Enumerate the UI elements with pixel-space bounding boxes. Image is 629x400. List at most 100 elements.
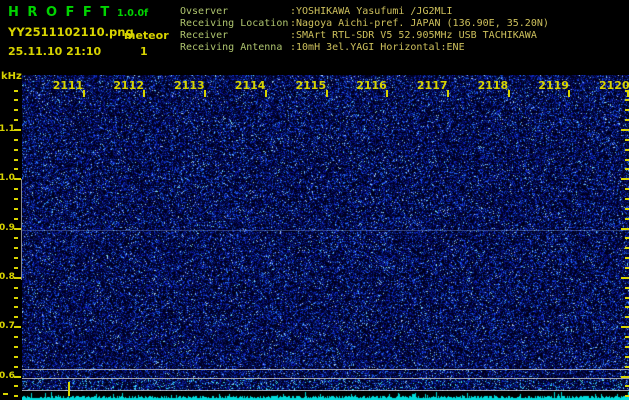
time-tick bbox=[568, 90, 571, 97]
freq-minor-tick-right bbox=[625, 286, 629, 289]
freq-minor-tick-right bbox=[625, 316, 629, 319]
freq-minor-tick-right bbox=[625, 375, 629, 378]
freq-major-tick bbox=[14, 227, 21, 230]
khz-unit-label: kHz bbox=[1, 71, 22, 82]
output-filename: YY2511102110.png bbox=[8, 25, 134, 39]
freq-minor-tick-right bbox=[625, 276, 629, 279]
freq-minor-tick-right bbox=[625, 138, 629, 141]
time-tick bbox=[143, 90, 146, 97]
freq-minor-tick bbox=[14, 257, 18, 260]
time-tick bbox=[446, 90, 449, 97]
freq-minor-tick bbox=[14, 138, 18, 141]
freq-minor-tick bbox=[14, 237, 18, 240]
level-marker-line-lower bbox=[22, 390, 629, 391]
info-row: Receiving Location:Nagoya Aichi-pref. JA… bbox=[180, 18, 549, 30]
freq-minor-tick bbox=[14, 345, 18, 348]
info-value: :SMArt RTL-SDR V5 52.905MHz USB TACHIKAW… bbox=[290, 30, 537, 41]
freq-minor-tick bbox=[14, 99, 18, 102]
freq-minor-tick bbox=[14, 247, 18, 250]
app-title: H R O F F T bbox=[8, 5, 112, 20]
freq-minor-tick-right bbox=[625, 306, 629, 309]
freq-minor-tick bbox=[14, 316, 18, 319]
freq-minor-tick-right bbox=[625, 148, 629, 151]
freq-minor-tick-right bbox=[625, 326, 629, 329]
app-version: 1.0.0f bbox=[117, 8, 149, 19]
info-row: Ovserver :YOSHIKAWA Yasufumi /JG2MLI bbox=[180, 6, 549, 18]
time-tick bbox=[204, 90, 207, 97]
freq-minor-tick bbox=[14, 395, 18, 398]
freq-minor-tick-right bbox=[625, 207, 629, 210]
time-label: 2119 bbox=[538, 79, 569, 92]
info-value: :Nagoya Aichi-pref. JAPAN (136.90E, 35.2… bbox=[290, 18, 549, 29]
freq-minor-tick bbox=[14, 306, 18, 309]
spectrogram-noise-canvas bbox=[22, 75, 629, 391]
freq-minor-tick-right bbox=[625, 217, 629, 220]
freq-major-tick bbox=[14, 178, 21, 181]
freq-minor-tick bbox=[14, 296, 18, 299]
freq-minor-tick-right bbox=[625, 89, 629, 92]
time-label: 2116 bbox=[356, 79, 387, 92]
freq-label: 0.8 bbox=[0, 271, 15, 282]
freq-major-tick bbox=[14, 129, 21, 131]
info-row: Receiver :SMArt RTL-SDR V5 52.905MHz USB … bbox=[180, 30, 549, 42]
info-row: Receiving Antenna:10mH 3el.YAGI Horizont… bbox=[180, 42, 549, 54]
info-label: Receiving Location bbox=[180, 18, 289, 29]
time-tick bbox=[264, 90, 267, 97]
level-marker-line-upper bbox=[22, 369, 629, 370]
time-label: 2117 bbox=[416, 79, 448, 92]
freq-minor-tick bbox=[14, 355, 18, 358]
time-tick bbox=[507, 90, 510, 97]
freq-minor-tick-right bbox=[625, 267, 629, 270]
faint-carrier-line bbox=[22, 230, 629, 231]
info-label: Ovserver bbox=[180, 6, 229, 17]
freq-minor-tick bbox=[14, 217, 18, 220]
channel-number: 1 bbox=[140, 45, 148, 58]
time-tick bbox=[82, 90, 85, 97]
freq-minor-tick bbox=[14, 89, 18, 92]
freq-minor-tick-right bbox=[625, 395, 629, 398]
freq-minor-tick-right bbox=[625, 336, 629, 339]
time-label: 2114 bbox=[234, 79, 266, 92]
freq-minor-tick-right bbox=[625, 237, 629, 240]
datetime-label: 25.11.10 21:10 bbox=[8, 45, 102, 58]
freq-major-tick bbox=[14, 375, 21, 378]
freq-minor-tick bbox=[14, 198, 18, 201]
freq-minor-tick-right bbox=[625, 296, 629, 299]
time-label: 2118 bbox=[477, 79, 509, 92]
freq-minor-tick bbox=[14, 365, 18, 368]
freq-minor-tick bbox=[14, 336, 18, 339]
time-label: 2112 bbox=[113, 79, 145, 92]
info-value: :YOSHIKAWA Yasufumi /JG2MLI bbox=[290, 6, 453, 17]
freq-minor-tick bbox=[14, 158, 18, 161]
freq-minor-tick bbox=[14, 119, 18, 122]
hrofft-screen: H R O F F T 1.0.0f YY2511102110.png mete… bbox=[0, 0, 629, 400]
freq-minor-tick-right bbox=[625, 355, 629, 358]
freq-minor-tick-right bbox=[625, 188, 629, 191]
freq-major-tick bbox=[14, 326, 21, 329]
freq-minor-tick bbox=[14, 168, 18, 171]
freq-label: 1.1 bbox=[0, 124, 15, 134]
observer-info-block: Ovserver:YOSHIKAWA Yasufumi /JG2MLI Recei… bbox=[180, 6, 549, 54]
freq-minor-tick-right bbox=[625, 227, 629, 230]
freq-minor-tick-right bbox=[625, 198, 629, 201]
freq-minor-tick-right bbox=[625, 385, 629, 388]
time-label: 2115 bbox=[295, 79, 327, 92]
freq-major-tick bbox=[14, 276, 21, 279]
event-mark bbox=[68, 382, 70, 396]
freq-minor-tick-right bbox=[625, 345, 629, 348]
freq-minor-tick-right bbox=[625, 129, 629, 131]
time-label: 2113 bbox=[174, 79, 205, 92]
freq-minor-tick bbox=[14, 286, 18, 289]
time-label: 2111 bbox=[52, 79, 84, 92]
freq-label: 0.9 bbox=[0, 222, 15, 233]
freq-minor-tick-right bbox=[625, 365, 629, 368]
info-label: Receiver bbox=[180, 30, 229, 41]
time-tick bbox=[325, 90, 328, 97]
freq-minor-tick-right bbox=[625, 99, 629, 102]
freq-label: 0.7 bbox=[0, 321, 15, 332]
freq-minor-tick-right bbox=[625, 158, 629, 161]
freq-minor-tick bbox=[14, 385, 18, 388]
freq-minor-tick bbox=[14, 267, 18, 270]
info-label: Receiving Antenna bbox=[180, 42, 283, 53]
axis-artifact-dash bbox=[3, 393, 8, 395]
